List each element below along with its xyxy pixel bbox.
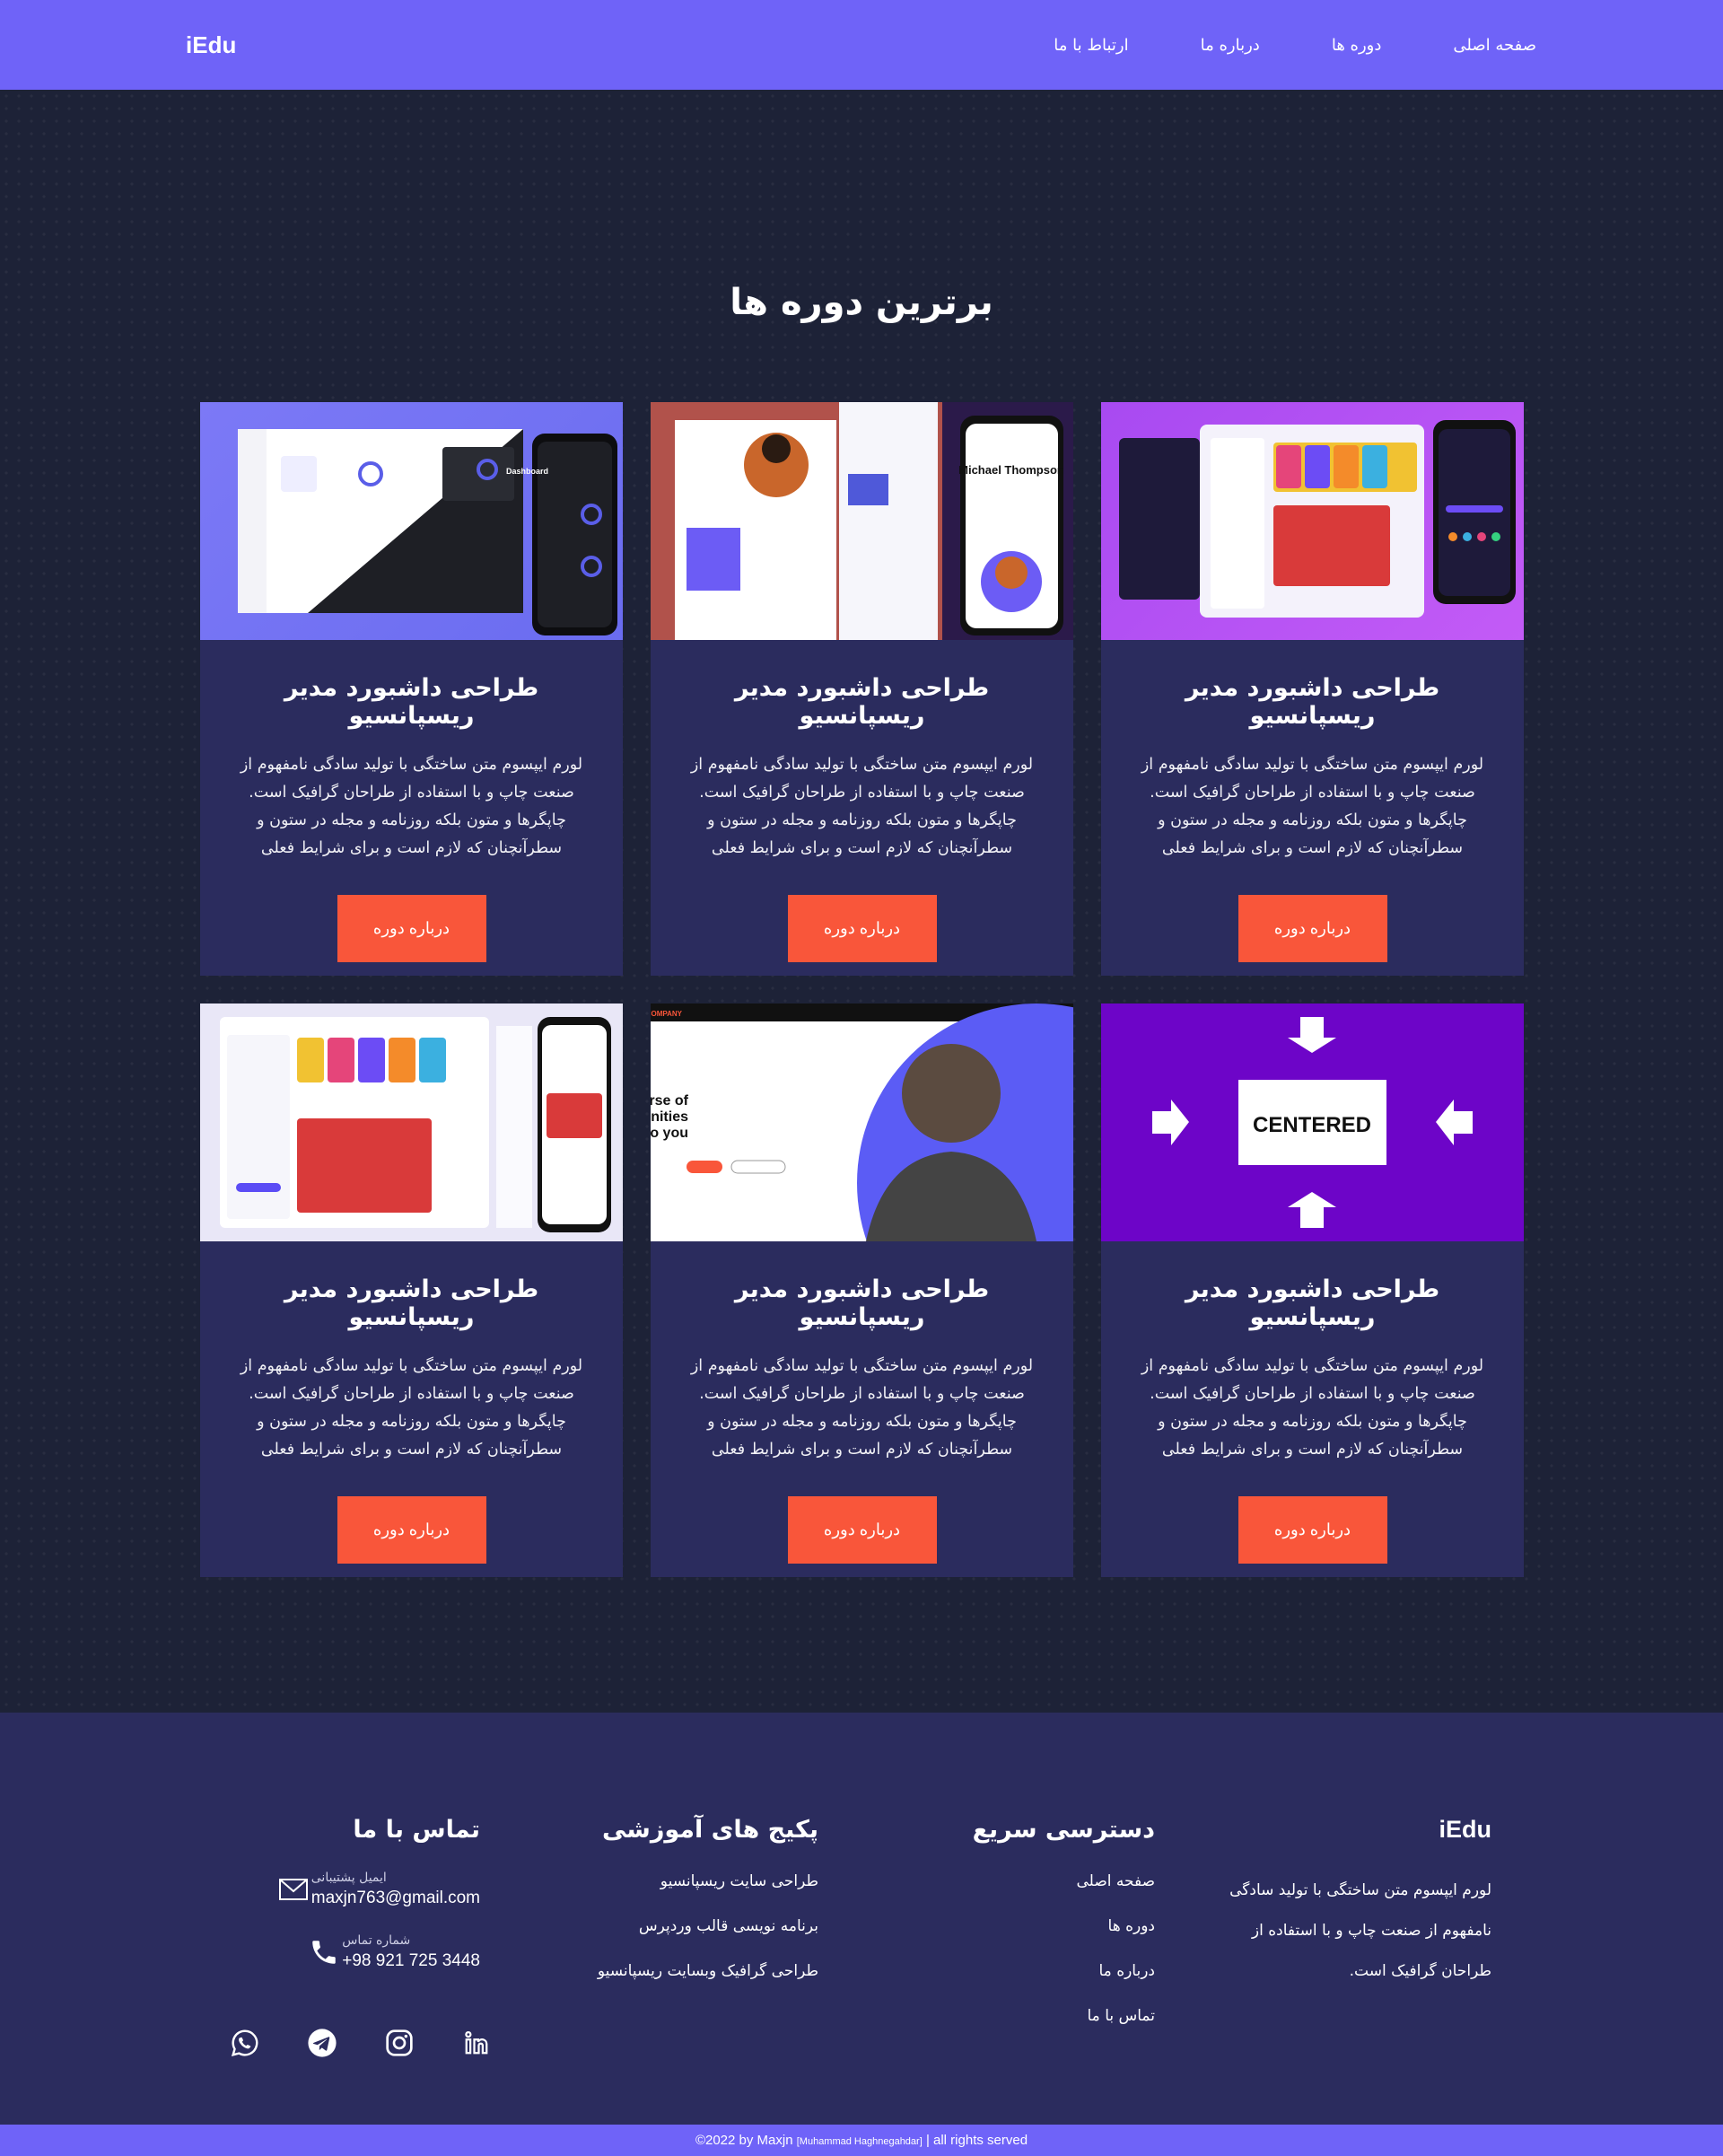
footer-packages-title: پکیج های آموزشی	[601, 1816, 818, 1844]
course-title: طراحی داشبورد مدیر ریسپانسیو	[1185, 1275, 1440, 1331]
course-details-button[interactable]: درباره دوره	[787, 895, 937, 962]
arrow-down-icon	[1288, 1017, 1336, 1053]
course-description: لورم ایپسوم متن ساختگی با تولید سادگی نا…	[240, 756, 583, 857]
contact-email: ایمیل پشتیبانی maxjn763@gmail.com	[229, 1871, 480, 1908]
course-title: طراحی داشبورد مدیر ریسپانسیو	[734, 674, 990, 730]
course-description: لورم ایپسوم متن ساختگی با تولید سادگی نا…	[1141, 756, 1484, 857]
telegram-icon[interactable]	[306, 2027, 338, 2059]
course-details-button[interactable]: درباره دوره	[337, 895, 486, 962]
package-link[interactable]: طراحی گرافیک وبسایت ریسپانسیو	[598, 1960, 818, 1983]
email-value[interactable]: maxjn763@gmail.com	[311, 1889, 480, 1908]
portfolio-illustration: Michael Thompson	[651, 402, 1073, 640]
course-thumbnail[interactable]: CENTERED	[1101, 1004, 1524, 1241]
copyright-prefix: ©2022 by Maxjn	[695, 2133, 793, 2148]
social-links	[229, 2027, 493, 2059]
course-title: طراحی داشبورد مدیر ریسپانسیو	[284, 674, 539, 730]
course-details-button[interactable]: درباره دوره	[337, 1496, 486, 1564]
course-card: طراحی داشبورد مدیر ریسپانسیو لورم ایپسوم…	[1101, 402, 1524, 976]
arrow-up-icon	[1288, 1192, 1336, 1228]
footer-link-home[interactable]: صفحه اصلی	[973, 1871, 1155, 1893]
course-details-button[interactable]: درباره دوره	[787, 1496, 937, 1564]
course-thumbnail[interactable]	[1101, 402, 1524, 640]
footer-about: iEdu لورم ایپسوم متن ساختگی با تولید ساد…	[1222, 1816, 1491, 1992]
footer-about-text: لورم ایپسوم متن ساختگی با تولید سادگی نا…	[1229, 1881, 1491, 1980]
nav-link-courses[interactable]: دوره ها	[1332, 36, 1382, 55]
course-thumbnail[interactable]: Michael Thompson	[651, 402, 1073, 640]
email-label: ایمیل پشتیبانی	[310, 1871, 387, 1885]
course-details-button[interactable]: درباره دوره	[1238, 1496, 1387, 1564]
whatsapp-icon[interactable]	[229, 2027, 261, 2059]
nav-link-contact[interactable]: ارتباط با ما	[1054, 36, 1128, 55]
courses-section: برترین دوره ها طراحی داشبورد مدیر ریسپان…	[0, 90, 1723, 1713]
course-grid: طراحی داشبورد مدیر ریسپانسیو لورم ایپسوم…	[199, 402, 1524, 1577]
instagram-icon[interactable]	[383, 2027, 415, 2059]
footer-quick-title: دسترسی سریع	[972, 1816, 1155, 1844]
phone-value[interactable]: +98 921 725 3448	[342, 1951, 480, 1971]
dashboard-label: Dashboard	[506, 467, 548, 476]
course-card: Dashboard طراحی داشبورد مدیر ریسپانسیو ل…	[200, 402, 623, 976]
footer-packages: پکیج های آموزشی طراحی سایت ریسپانسیو برن…	[598, 1816, 818, 2005]
arrow-right-icon	[1152, 1100, 1189, 1145]
svg-text:Open to you.: Open to you.	[651, 1126, 688, 1141]
course-title: طراحی داشبورد مدیر ریسپانسیو	[734, 1275, 990, 1331]
site-footer: iEdu لورم ایپسوم متن ساختگی با تولید ساد…	[0, 1713, 1723, 2125]
site-logo[interactable]: iEdu	[186, 31, 236, 59]
nav-link-home[interactable]: صفحه اصلی	[1453, 36, 1536, 55]
course-title: طراحی داشبورد مدیر ریسپانسیو	[284, 1275, 539, 1331]
phone-label: شماره تماس	[342, 1933, 411, 1948]
course-description: لورم ایپسوم متن ساختگی با تولید سادگی نا…	[690, 756, 1034, 857]
footer-link-courses[interactable]: دوره ها	[973, 1915, 1155, 1938]
course-thumbnail[interactable]: COMPANY A universe of opportunities Open…	[651, 1004, 1073, 1241]
portfolio-name-text: Michael Thompson	[958, 463, 1064, 477]
linkedin-icon[interactable]	[460, 2027, 493, 2059]
svg-text:opportunities: opportunities	[651, 1109, 688, 1125]
arrow-left-icon	[1436, 1100, 1473, 1145]
dashboard-illustration: Dashboard	[238, 429, 617, 635]
course-thumbnail[interactable]: Dashboard	[200, 402, 623, 640]
footer-link-contact[interactable]: تماس با ما	[973, 2005, 1156, 2028]
svg-text:A universe of: A universe of	[651, 1093, 689, 1109]
course-card: CENTERED طراحی داشبورد مدیر ریسپانسیو لو…	[1101, 1004, 1524, 1577]
copyright-suffix: | all rights served	[925, 2133, 1028, 2148]
footer-contact-title: تماس با ما	[353, 1816, 480, 1844]
social-light-illustration	[220, 1017, 611, 1232]
copyright-bar: ©2022 by Maxjn [Muhammad Haghnegahdar] |…	[0, 2125, 1723, 2156]
footer-logo[interactable]: iEdu	[1222, 1816, 1492, 1844]
course-title: طراحی داشبورد مدیر ریسپانسیو	[1185, 674, 1440, 730]
footer-contact: تماس با ما ایمیل پشتیبانی maxjn763@gmail…	[229, 1816, 480, 1996]
landing-company-text: COMPANY	[651, 1010, 683, 1018]
course-details-button[interactable]: درباره دوره	[1238, 895, 1387, 962]
contact-phone: شماره تماس +98 921 725 3448	[229, 1933, 480, 1971]
footer-quick-links: دسترسی سریع صفحه اصلی دوره ها درباره ما …	[973, 1816, 1155, 2050]
mail-icon	[276, 1871, 311, 1907]
social-dark-illustration	[1119, 420, 1516, 618]
course-card: Michael Thompson طراحی داشبورد مدیر ریسپ…	[651, 402, 1073, 976]
course-description: لورم ایپسوم متن ساختگی با تولید سادگی نا…	[1141, 1357, 1484, 1459]
course-card: طراحی داشبورد مدیر ریسپانسیو لورم ایپسوم…	[200, 1004, 623, 1577]
course-card: COMPANY A universe of opportunities Open…	[651, 1004, 1073, 1577]
nav-link-about[interactable]: درباره ما	[1201, 36, 1260, 55]
course-thumbnail[interactable]	[200, 1004, 623, 1241]
course-description: لورم ایپسوم متن ساختگی با تولید سادگی نا…	[240, 1357, 583, 1459]
course-description: لورم ایپسوم متن ساختگی با تولید سادگی نا…	[690, 1357, 1034, 1459]
section-title: برترین دوره ها	[730, 282, 993, 323]
phone-icon	[306, 1934, 342, 1970]
landing-illustration: COMPANY A universe of opportunities Open…	[651, 1004, 1073, 1241]
package-link[interactable]: برنامه نویسی قالب وردپرس	[598, 1915, 818, 1938]
copyright-name: [Muhammad Haghnegahdar]	[796, 2136, 923, 2147]
centered-illustration: CENTERED	[1152, 1017, 1473, 1228]
nav-links: صفحه اصلی دوره ها درباره ما ارتباط با ما	[1054, 36, 1536, 55]
package-link[interactable]: طراحی سایت ریسپانسیو	[598, 1871, 818, 1893]
top-navbar: صفحه اصلی دوره ها درباره ما ارتباط با ما…	[0, 0, 1723, 90]
footer-link-about[interactable]: درباره ما	[973, 1960, 1156, 1983]
centered-label: CENTERED	[1253, 1113, 1371, 1137]
